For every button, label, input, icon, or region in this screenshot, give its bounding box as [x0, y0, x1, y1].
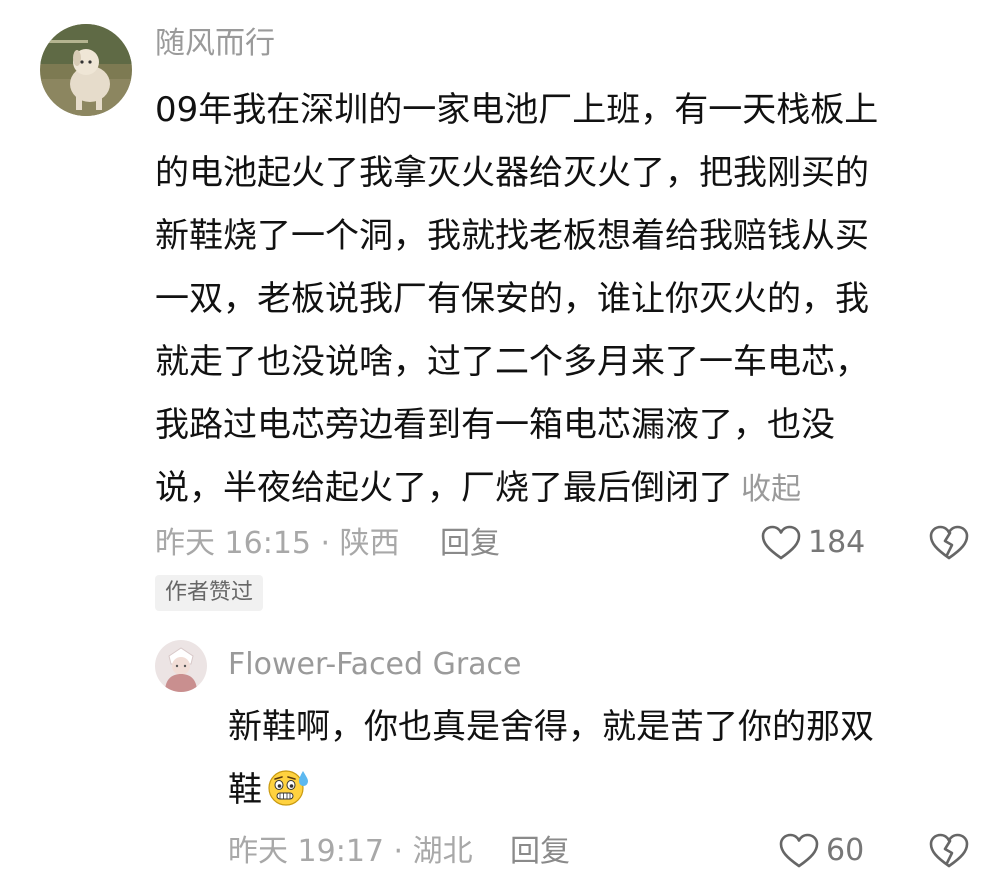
- reply-body: 新鞋啊，你也真是舍得，就是苦了你的那双 鞋: [228, 696, 874, 830]
- comment-line: 一双，老板说我厂有保安的，谁让你灭火的，我: [155, 279, 869, 319]
- comment-thread: 随风而行 09年我在深圳的一家电池厂上班，有一天栈板上 的电池起火了我拿灭火器给…: [0, 0, 1005, 886]
- avatar-figure-image: [155, 640, 207, 692]
- avatar[interactable]: [40, 24, 132, 116]
- avatar-dog-image: [40, 24, 132, 116]
- comment-line: 09年我在深圳的一家电池厂上班，有一天栈板上: [155, 90, 879, 130]
- comment-line: 就走了也没说啥，过了二个多月来了一车电芯，: [155, 342, 869, 382]
- comment-line: 新鞋烧了一个洞，我就找老板想着给我赔钱从买: [155, 216, 869, 256]
- broken-heart-icon: [929, 525, 969, 560]
- like-count: 184: [808, 525, 866, 560]
- dislike-button[interactable]: [928, 832, 970, 874]
- like-button[interactable]: 60: [778, 832, 864, 870]
- comment-username[interactable]: 随风而行: [155, 26, 275, 62]
- reply-line: 新鞋啊，你也真是舍得，就是苦了你的那双: [228, 707, 874, 747]
- comment-line: 我路过电芯旁边看到有一箱电芯漏液了，也没: [155, 405, 835, 445]
- dislike-button[interactable]: [928, 524, 970, 566]
- reply-time-location: 昨天 19:17 · 湖北: [228, 834, 473, 869]
- collapse-button[interactable]: 收起: [741, 472, 801, 507]
- comment-time-location: 昨天 16:15 · 陕西: [155, 526, 400, 561]
- reply-button[interactable]: 回复: [510, 834, 570, 870]
- comment-body: 09年我在深圳的一家电池厂上班，有一天栈板上 的电池起火了我拿灭火器给灭火了，把…: [155, 79, 878, 521]
- author-liked-badge: 作者赞过: [155, 575, 264, 611]
- comment-line: 的电池起火了我拿灭火器给灭火了，把我刚买的: [155, 153, 869, 193]
- comment-line-last: 说，半夜给起火了，厂烧了最后倒闭了 收起: [155, 457, 878, 521]
- heart-outline-icon: [779, 833, 819, 868]
- reply-line-text: 鞋: [228, 770, 262, 810]
- heart-outline-icon: [761, 525, 801, 560]
- reply-username[interactable]: Flower-Faced Grace: [228, 647, 522, 683]
- like-button[interactable]: 184: [760, 524, 865, 562]
- comment-line-text: 说，半夜给起火了，厂烧了最后倒闭了: [155, 468, 733, 508]
- broken-heart-icon: [929, 833, 969, 868]
- worried-sweat-emoji-icon: [266, 765, 310, 830]
- reply-button[interactable]: 回复: [440, 526, 500, 562]
- reply-line-last: 鞋: [228, 759, 874, 830]
- avatar[interactable]: [155, 640, 207, 692]
- like-count: 60: [826, 833, 865, 868]
